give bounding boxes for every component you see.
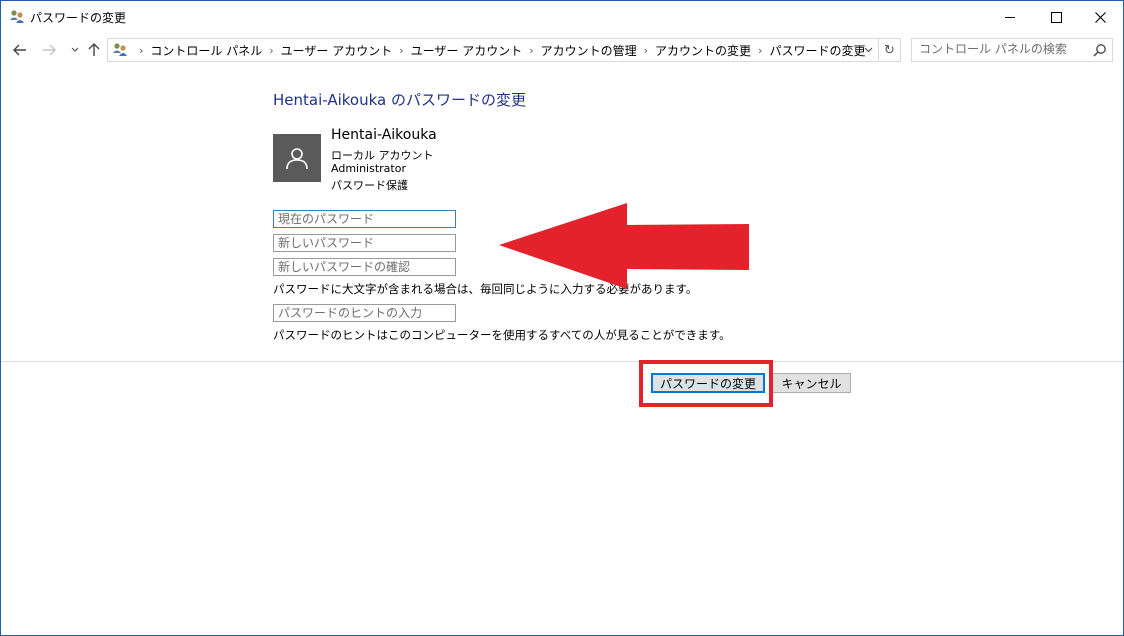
refresh-icon: ↻ <box>884 42 895 58</box>
account-role: Administrator <box>331 162 406 175</box>
chevron-down-icon <box>864 47 872 53</box>
divider <box>1 361 1123 362</box>
up-button[interactable] <box>84 39 104 61</box>
account-type: ローカル アカウント <box>331 149 434 162</box>
up-arrow-icon <box>88 43 100 56</box>
title-bar: パスワードの変更 <box>1 1 1123 33</box>
cancel-button[interactable]: キャンセル <box>772 373 851 393</box>
minimize-button[interactable] <box>987 1 1033 33</box>
password-hint-field[interactable] <box>273 304 456 322</box>
search-input[interactable] <box>912 39 1091 59</box>
chevron-right-icon[interactable]: › <box>139 44 143 57</box>
minimize-icon <box>1005 16 1015 18</box>
chevron-right-icon[interactable]: › <box>529 44 533 57</box>
confirm-password-field[interactable] <box>273 258 456 276</box>
users-icon <box>9 9 25 25</box>
password-hint-note: パスワードのヒントはこのコンピューターを使用するすべての人が見ることができます。 <box>273 328 731 342</box>
forward-button[interactable] <box>39 39 59 61</box>
breadcrumb-manage-accounts[interactable]: アカウントの管理 <box>541 42 637 59</box>
chevron-right-icon[interactable]: › <box>644 44 648 57</box>
search-box[interactable] <box>911 38 1113 62</box>
forward-arrow-icon <box>43 44 56 56</box>
chevron-right-icon[interactable]: › <box>269 44 273 57</box>
chevron-right-icon[interactable]: › <box>758 44 762 57</box>
maximize-icon <box>1050 11 1062 23</box>
breadcrumb-user-accounts[interactable]: ユーザー アカウント <box>281 42 393 59</box>
new-password-field[interactable] <box>273 234 456 252</box>
user-icon <box>286 148 308 170</box>
recent-locations-button[interactable] <box>65 39 85 61</box>
chevron-down-icon <box>71 47 79 52</box>
user-name: Hentai-Aikouka <box>331 127 437 143</box>
password-protection-status: パスワード保護 <box>331 179 408 192</box>
breadcrumb-change-password[interactable]: パスワードの変更 <box>769 42 865 59</box>
navigation-bar: › コントロール パネル › ユーザー アカウント › ユーザー アカウント ›… <box>1 37 1123 63</box>
breadcrumb: › コントロール パネル › ユーザー アカウント › ユーザー アカウント ›… <box>132 39 865 61</box>
chevron-right-icon[interactable]: › <box>399 44 403 57</box>
address-bar[interactable]: › コントロール パネル › ユーザー アカウント › ユーザー アカウント ›… <box>107 38 879 62</box>
users-icon <box>112 42 128 58</box>
close-icon <box>1094 11 1106 23</box>
breadcrumb-control-panel[interactable]: コントロール パネル <box>150 42 262 59</box>
maximize-button[interactable] <box>1033 1 1079 33</box>
control-panel-window: パスワードの変更 › コントロール パネル › ユーザー アカウント › ユーザ… <box>0 0 1124 636</box>
breadcrumb-change-account[interactable]: アカウントの変更 <box>655 42 751 59</box>
breadcrumb-user-accounts-2[interactable]: ユーザー アカウント <box>411 42 523 59</box>
close-button[interactable] <box>1077 1 1123 33</box>
back-arrow-icon <box>13 44 26 56</box>
current-password-field[interactable] <box>273 210 456 228</box>
address-dropdown-button[interactable] <box>860 39 876 61</box>
refresh-button[interactable]: ↻ <box>878 38 901 62</box>
highlight-annotation <box>639 360 773 407</box>
red-arrow-annotation <box>499 203 749 289</box>
avatar <box>273 134 321 182</box>
search-icon[interactable] <box>1093 43 1107 57</box>
page-title: Hentai-Aikouka のパスワードの変更 <box>273 91 526 109</box>
back-button[interactable] <box>10 39 30 61</box>
window-title: パスワードの変更 <box>30 11 127 25</box>
